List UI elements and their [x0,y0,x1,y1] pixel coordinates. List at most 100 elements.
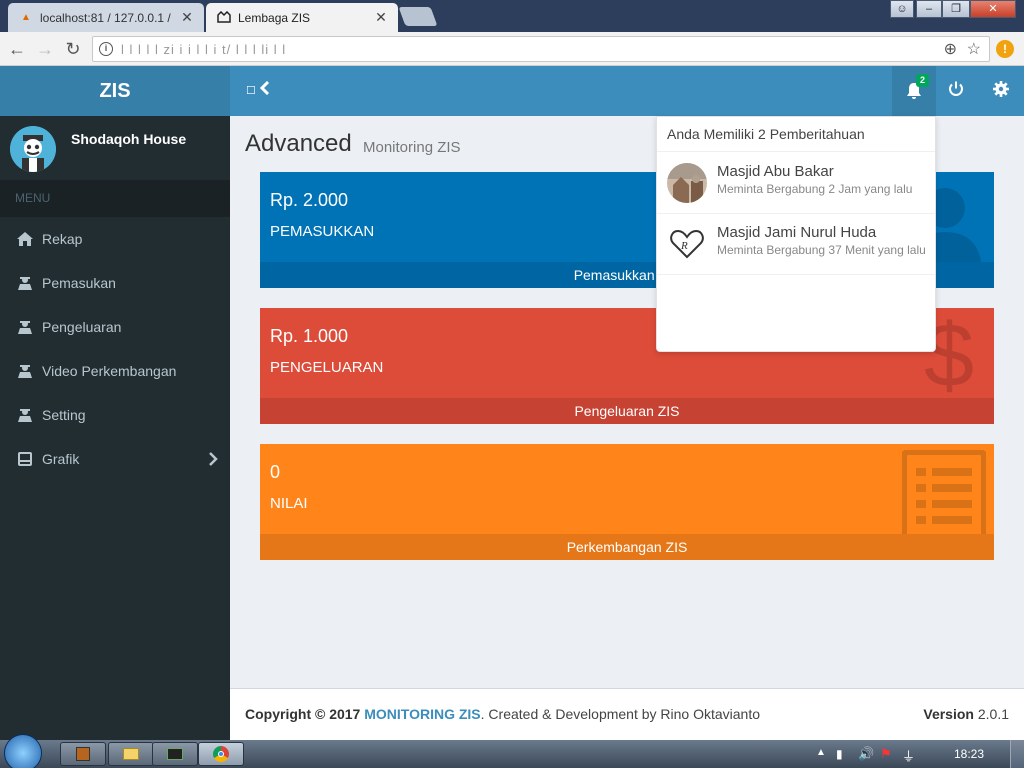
gear-icon[interactable] [992,80,1014,102]
back-icon[interactable]: ← [6,38,28,60]
browser-tab-phpmyadmin[interactable]: ▲ localhost:81 / 127.0.0.1 / ✕ [8,3,204,32]
taskbar-app-chrome[interactable] [198,742,244,766]
sidebar: Shodaqoh House MENU Rekap Pemasukan Peng… [0,116,230,740]
os-taskbar: ▲ ▮ 🔊 ⚑ ⏚ 18:23 [0,734,1024,768]
copyright-text: Copyright © 2017 MONITORING ZIS. Created… [245,706,760,722]
version-text: Version 2.0.1 [923,706,1009,722]
browser-tab-title: localhost:81 / 127.0.0.1 / [40,10,171,25]
sidebar-item-video-perkembangan[interactable]: Video Perkembangan [0,349,230,393]
created-by-text: . Created & Development by Rino Oktavian… [480,706,761,722]
notification-count-badge: 2 [916,74,929,87]
bookmark-star-icon[interactable]: ☆ [967,39,981,59]
phpmyadmin-icon: ▲ [21,11,31,23]
flag-icon[interactable]: ⚑ [880,746,892,762]
mosque-photo [667,163,707,203]
stat-label: NILAI [270,495,308,512]
maximize-button[interactable]: ❐ [942,0,970,18]
sidebar-item-pengeluaran[interactable]: Pengeluaran [0,305,230,349]
stat-value: Rp. 2.000 [270,190,349,210]
terminal-icon [167,748,183,760]
stat-value: Rp. 1.000 [270,326,349,346]
close-icon[interactable]: ✕ [374,9,388,26]
power-icon[interactable] [947,80,969,102]
site-favicon-icon [216,10,232,25]
forward-icon[interactable]: → [34,38,56,60]
menu-header: MENU [0,180,230,217]
sidebar-item-setting[interactable]: Setting [0,393,230,437]
sidebar-item-rekap[interactable]: Rekap [0,217,230,261]
heart-logo-icon: R [667,224,707,264]
taskbar-app-terminal[interactable] [152,742,198,766]
page-subtitle: Monitoring ZIS [363,139,461,156]
folder-icon [123,748,139,760]
page-footer: Copyright © 2017 MONITORING ZIS. Created… [230,688,1024,740]
top-navbar: ☐ 2 [230,66,1024,116]
minimize-button[interactable]: – [916,0,942,18]
sidebar-item-label: Pengeluaran [42,319,122,335]
taskbar-app-editor[interactable] [60,742,106,766]
sidebar-item-label: Video Perkembangan [42,363,177,379]
stat-footer-link[interactable]: Pengeluaran ZIS [260,398,994,424]
drive-icon [18,452,32,466]
user-name: Shodaqoh House [71,131,187,147]
sidebar-item-label: Grafik [42,451,80,467]
notification-item[interactable]: Masjid Abu Bakar Meminta Bergabung 2 Jam… [657,153,935,214]
svg-text:R: R [680,240,688,252]
sidebar-item-label: Pemasukan [42,275,116,291]
notifications-dropdown: Anda Memiliki 2 Pemberitahuan Masjid Abu… [656,116,936,352]
show-desktop-button[interactable] [1010,740,1024,768]
url-input[interactable]: i l l l l l zi i i l l i t/ l l l li l l… [92,36,990,62]
user-profile-icon[interactable]: ☺ [890,0,914,18]
browser-tabbar: ▲ localhost:81 / 127.0.0.1 / ✕ Lembaga Z… [0,0,1024,32]
power-plug-icon[interactable]: ⏚ [902,746,915,765]
window-close-button[interactable]: ✕ [970,0,1016,18]
url-text: l l l l l zi i i l l i t/ l l l li l l [121,42,287,57]
close-icon[interactable]: ✕ [180,9,194,26]
stat-box-nilai: 0 NILAI Perkembangan ZIS [260,444,994,560]
stat-label: PEMASUKKAN [270,223,375,240]
notification-text: Meminta Bergabung 2 Jam yang lalu [717,182,913,196]
stat-value: 0 [270,462,281,482]
chevron-left-icon [259,80,269,96]
stat-label: PENGELUARAN [270,359,384,376]
editor-icon [76,747,90,761]
notification-text: Meminta Bergabung 37 Menit yang lalu [717,243,926,257]
chevron-right-icon [208,437,218,481]
sidebar-item-pemasukan[interactable]: Pemasukan [0,261,230,305]
version-number: 2.0.1 [977,706,1009,722]
list-icon [902,450,986,540]
sidebar-item-grafik[interactable]: Grafik [0,437,230,481]
notification-title: Masjid Jami Nurul Huda [717,224,877,241]
page-title: Advanced [245,130,352,157]
app-logo[interactable]: ZIS [0,66,230,116]
extension-warning-icon[interactable]: ! [996,40,1014,58]
version-label: Version [923,706,974,722]
network-icon[interactable]: ▮ [836,747,843,761]
taskbar-app-explorer[interactable] [108,742,154,766]
zoom-icon[interactable]: ⊕ [944,39,957,59]
browser-tab-title: Lembaga ZIS [238,10,311,25]
avatar [10,126,56,172]
start-button[interactable] [4,734,42,768]
new-tab-button[interactable] [398,7,438,26]
volume-icon[interactable]: 🔊 [858,746,874,762]
stat-footer-link[interactable]: Perkembangan ZIS [260,534,994,560]
browser-address-bar: ← → ↻ i l l l l l zi i i l l i t/ l l l … [0,32,1024,66]
notifications-header: Anda Memiliki 2 Pemberitahuan [657,117,935,152]
browser-tab-lembaga-zis[interactable]: Lembaga ZIS ✕ [206,3,398,32]
reload-icon[interactable]: ↻ [62,38,84,60]
sidebar-toggle-button[interactable]: ☐ [246,80,270,97]
user-tie-icon [18,365,32,378]
clock[interactable]: 18:23 [954,747,984,761]
notification-item[interactable]: R Masjid Jami Nurul Huda Meminta Bergabu… [657,214,935,275]
copyright-prefix: Copyright © 2017 [245,706,361,722]
chrome-icon [213,746,229,762]
brand-link[interactable]: MONITORING ZIS [364,706,480,722]
user-tie-icon [18,409,32,422]
notifications-button[interactable]: 2 [892,66,936,116]
sidebar-item-label: Setting [42,407,86,423]
system-tray: ▲ ▮ 🔊 ⚑ ⏚ 18:23 [804,740,1024,768]
tray-arrow-icon[interactable]: ▲ [816,747,826,758]
user-tie-icon [18,277,32,290]
info-icon[interactable]: i [99,42,113,56]
